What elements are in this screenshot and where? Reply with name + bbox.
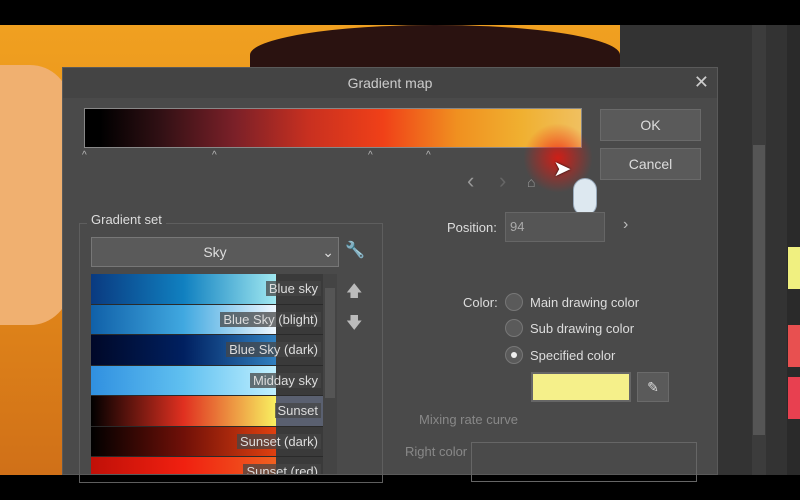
- gradient-set-label: Gradient set: [87, 212, 166, 227]
- gradient-swatch: [91, 365, 276, 395]
- gradient-set-select[interactable]: Sky ⌄: [91, 237, 339, 267]
- gradient-name: Sunset: [274, 403, 321, 418]
- close-icon[interactable]: ✕: [694, 72, 709, 93]
- layer-chip[interactable]: [788, 247, 800, 289]
- radio-sub-drawing-color[interactable]: [505, 319, 523, 337]
- specified-color-swatch[interactable]: [531, 372, 631, 402]
- position-label: Position:: [447, 220, 497, 235]
- radio-main-drawing-color[interactable]: [505, 293, 523, 311]
- list-item[interactable]: Sunset (dark): [91, 426, 323, 457]
- gradient-name: Midday sky: [249, 372, 321, 388]
- gradient-bar[interactable]: [84, 108, 582, 148]
- stop-marker[interactable]: ^: [212, 150, 217, 161]
- gradient-name: Sunset (dark): [236, 433, 321, 449]
- radio-specified-color[interactable]: [505, 346, 523, 364]
- gradient-name: Sunset (red): [243, 464, 321, 474]
- stop-marker[interactable]: ^: [426, 150, 431, 161]
- eyedropper-icon[interactable]: ✎: [637, 372, 669, 402]
- gradient-name: Blue sky: [265, 281, 321, 296]
- chevron-right-icon[interactable]: ›: [499, 168, 506, 194]
- right-color-label: Right color: [405, 444, 468, 459]
- arrow-up-icon[interactable]: 🡅: [346, 280, 362, 307]
- panel-scroll-thumb[interactable]: [753, 145, 765, 435]
- list-item[interactable]: Sunset: [91, 396, 323, 427]
- gradient-name: Blue Sky (dark): [226, 342, 321, 357]
- wrench-icon[interactable]: 🔧: [345, 240, 365, 260]
- radio-label: Specified color: [530, 348, 616, 363]
- position-input[interactable]: 94: [505, 212, 605, 242]
- radio-label: Main drawing color: [530, 295, 640, 310]
- right-color-box[interactable]: [471, 442, 697, 482]
- ok-button[interactable]: OK: [600, 109, 701, 141]
- mixing-rate-curve-checkbox[interactable]: Mixing rate curve: [419, 412, 518, 427]
- arrow-down-icon[interactable]: 🡇: [346, 312, 362, 339]
- gradient-swatch: [91, 396, 276, 426]
- dialog-title: Gradient map: [63, 68, 717, 98]
- cursor-icon: ➤: [553, 156, 572, 181]
- chevron-left-icon[interactable]: ‹: [467, 168, 474, 194]
- stop-marker[interactable]: ^: [368, 150, 373, 161]
- list-item[interactable]: Blue sky: [91, 274, 323, 305]
- mouse-icon: [573, 178, 597, 216]
- list-item[interactable]: Midday sky: [91, 365, 323, 396]
- chevron-down-icon: ⌄: [322, 244, 334, 260]
- radio-label: Sub drawing color: [530, 321, 635, 336]
- list-item[interactable]: Blue Sky (blight): [91, 304, 323, 335]
- layer-chip[interactable]: [788, 377, 800, 419]
- stop-marker[interactable]: ^: [82, 150, 87, 161]
- list-item[interactable]: Blue Sky (dark): [91, 335, 323, 366]
- list-item[interactable]: Sunset (red): [91, 457, 323, 474]
- list-scrollbar[interactable]: [323, 274, 337, 474]
- layer-chip[interactable]: [788, 325, 800, 367]
- color-label: Color:: [463, 295, 498, 310]
- cancel-button[interactable]: Cancel: [600, 148, 701, 180]
- gradient-list: Blue sky Blue Sky (blight) Blue Sky (dark)…: [91, 274, 323, 474]
- gradient-swatch: [91, 274, 276, 304]
- gradient-set-value: Sky: [203, 244, 227, 260]
- chevron-right-icon[interactable]: ›: [623, 216, 628, 234]
- gradient-map-dialog: Gradient map ✕ ^ ^ ^ ^ OK Cancel ‹ › ⌂ ➤…: [62, 67, 718, 483]
- gradient-name: Blue Sky (blight): [220, 311, 321, 327]
